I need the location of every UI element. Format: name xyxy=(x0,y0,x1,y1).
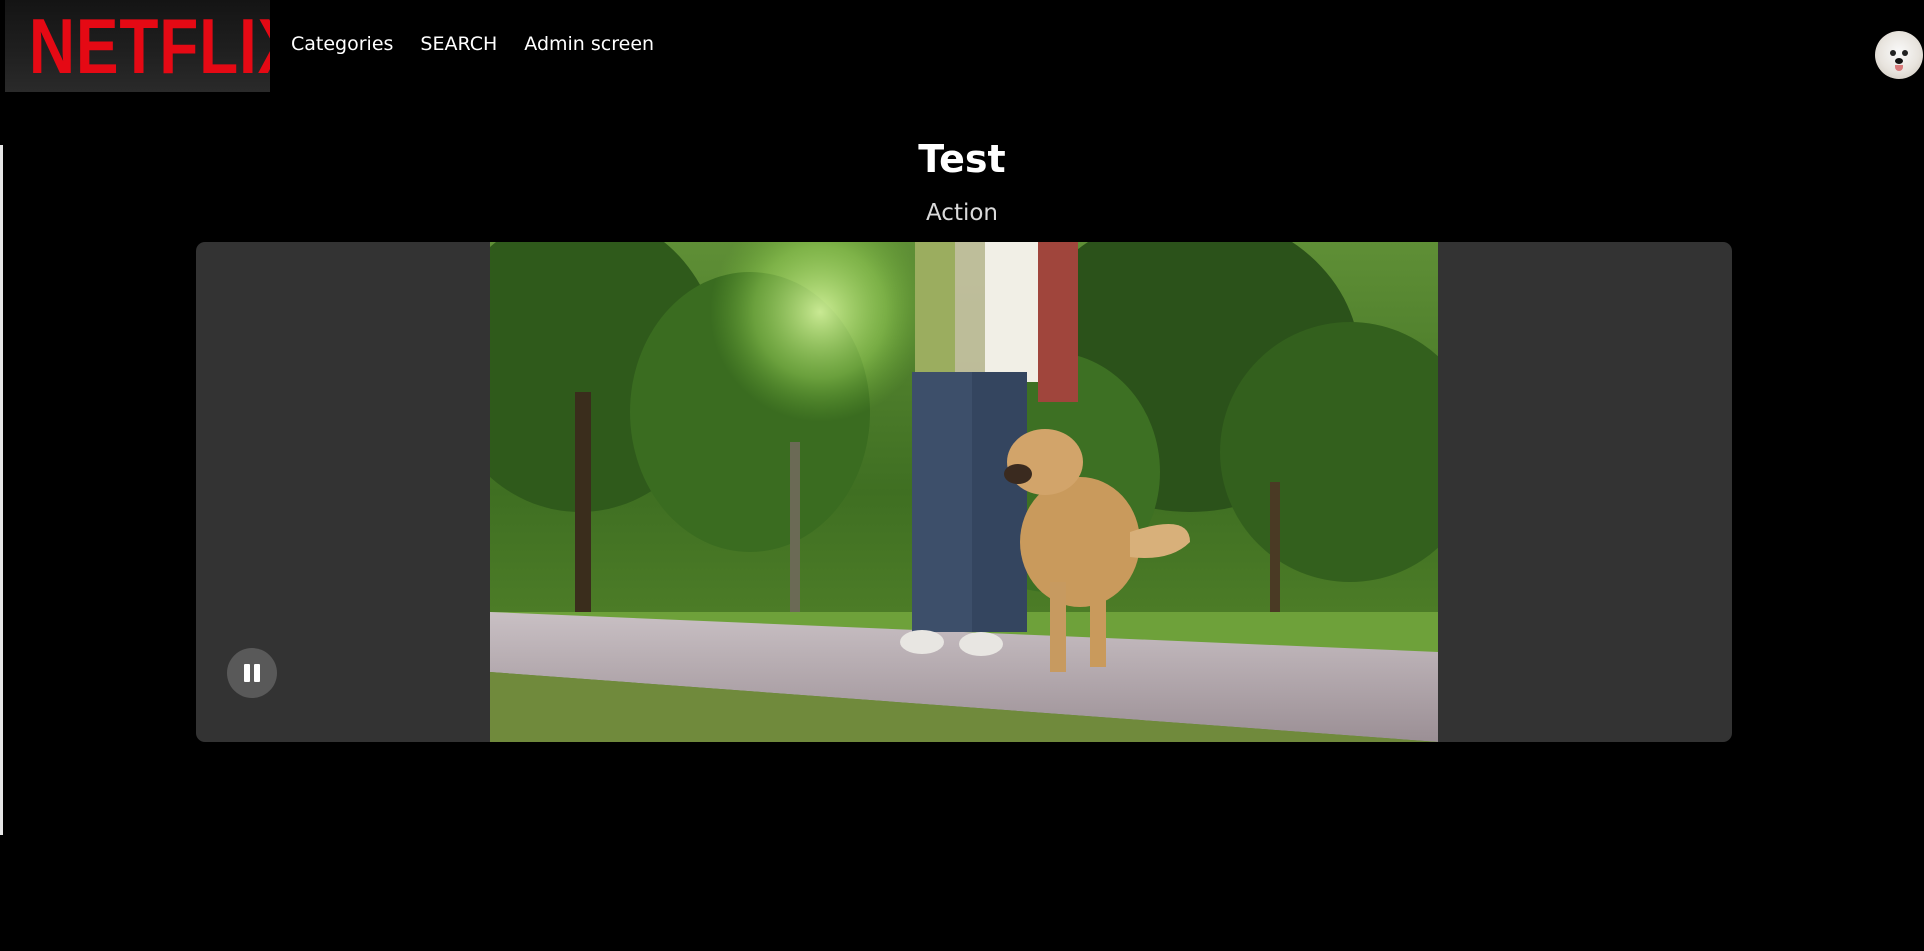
pause-icon xyxy=(254,664,260,682)
netflix-logo[interactable]: NETFLIX xyxy=(5,0,270,92)
avatar-eye xyxy=(1890,50,1896,56)
nav-link-categories[interactable]: Categories xyxy=(291,33,393,55)
video-scene-image xyxy=(490,242,1438,742)
movie-title: Test xyxy=(918,137,1006,181)
nav-link-search[interactable]: SEARCH xyxy=(420,33,497,55)
page: NETFLIX Categories SEARCH Admin screen T… xyxy=(0,0,1924,951)
user-avatar[interactable] xyxy=(1875,31,1923,79)
nav-link-admin-screen[interactable]: Admin screen xyxy=(524,33,654,55)
video-player[interactable] xyxy=(196,242,1732,742)
avatar-tongue xyxy=(1895,65,1903,71)
pause-button[interactable] xyxy=(227,648,277,698)
avatar-nose xyxy=(1895,58,1903,64)
logo-text: NETFLIX xyxy=(28,2,270,90)
video-frame[interactable] xyxy=(490,242,1438,742)
movie-genre: Action xyxy=(925,200,999,226)
window-edge xyxy=(0,145,3,835)
avatar-eye xyxy=(1902,50,1908,56)
main-nav: Categories SEARCH Admin screen xyxy=(291,33,654,55)
pause-icon xyxy=(244,664,250,682)
